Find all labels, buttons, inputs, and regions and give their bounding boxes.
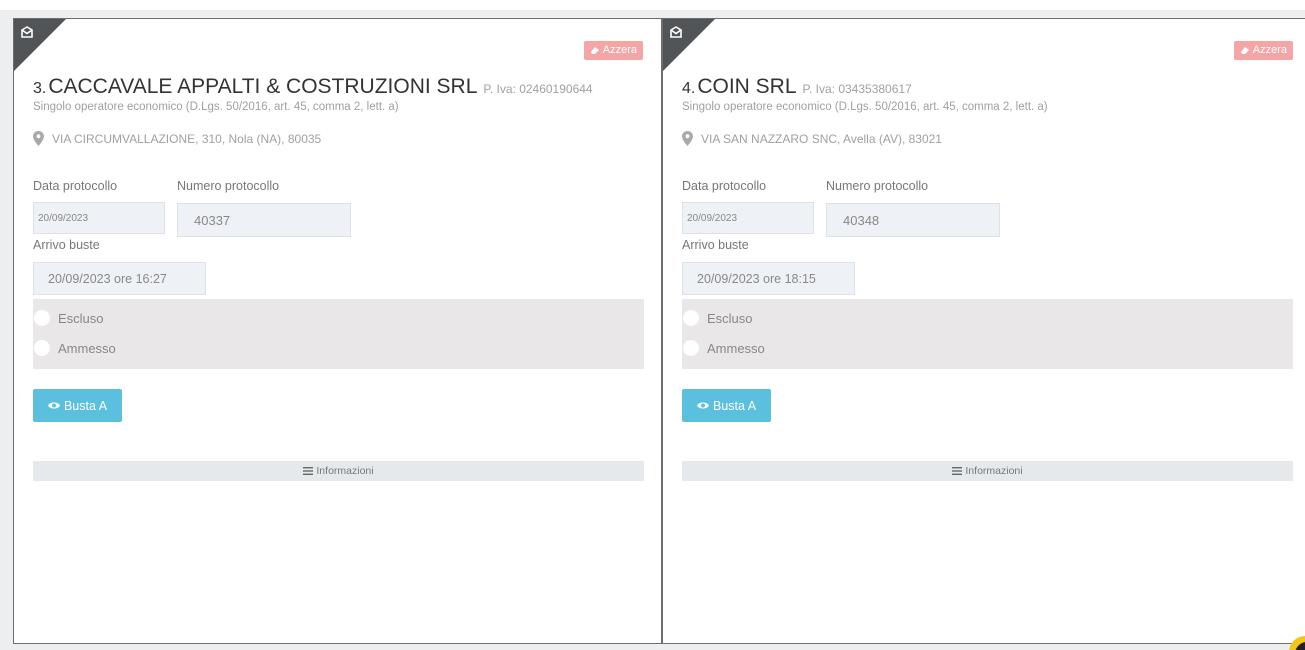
envelope-icon [670, 26, 682, 38]
bidder-card-4: Azzera 4. COIN SRL P. Iva: 03435380617 S… [662, 18, 1305, 644]
reset-label: Azzera [602, 44, 637, 56]
radio-button[interactable] [34, 340, 50, 356]
address-text: VIA CIRCUMVALLAZIONE, 310, Nola (NA), 80… [52, 131, 322, 146]
bidder-title: 3. CACCAVALE APPALTI & COSTRUZIONI SRL P… [33, 75, 593, 99]
admission-radio-group: Escluso Ammesso [33, 299, 644, 369]
data-protocollo-label: Data protocollo [682, 179, 767, 193]
vat-number: P. Iva: 03435380617 [802, 82, 912, 96]
radio-escluso[interactable]: Escluso [682, 310, 753, 326]
data-protocollo-label: Data protocollo [33, 179, 118, 193]
bidder-card-3: Azzera 3. CACCAVALE APPALTI & COSTRUZION… [13, 18, 662, 644]
operator-type: Singolo operatore economico (D.Lgs. 50/2… [33, 101, 399, 113]
informazioni-label: Informazioni [965, 465, 1023, 477]
menu-icon [303, 467, 314, 475]
arrivo-buste-field[interactable]: 20/09/2023 ore 16:27 [33, 262, 206, 295]
radio-escluso-label: Escluso [58, 310, 104, 326]
radio-button[interactable] [683, 340, 699, 356]
arrivo-buste-field[interactable]: 20/09/2023 ore 18:15 [682, 262, 855, 295]
busta-a-label: Busta A [63, 398, 108, 413]
radio-button[interactable] [34, 310, 50, 326]
data-protocollo-field[interactable]: 20/09/2023 [682, 202, 814, 234]
vat-number: P. Iva: 02460190644 [483, 82, 593, 96]
radio-ammesso-label: Ammesso [58, 340, 116, 356]
address: VIA SAN NAZZARO SNC, Avella (AV), 83021 [682, 131, 942, 146]
radio-button[interactable] [683, 310, 699, 326]
menu-icon [952, 467, 963, 475]
bidder-title: 4. COIN SRL P. Iva: 03435380617 [682, 75, 912, 99]
numero-protocollo-field[interactable]: 40337 [177, 203, 351, 237]
informazioni-toggle[interactable]: Informazioni [682, 461, 1293, 481]
data-protocollo-field[interactable]: 20/09/2023 [33, 202, 165, 234]
informazioni-label: Informazioni [316, 465, 374, 477]
radio-escluso-label: Escluso [707, 310, 753, 326]
informazioni-toggle[interactable]: Informazioni [33, 461, 644, 481]
bidder-name: CACCAVALE APPALTI & COSTRUZIONI SRL [48, 75, 478, 98]
radio-ammesso-label: Ammesso [707, 340, 765, 356]
numero-protocollo-label: Numero protocollo [826, 179, 929, 193]
busta-a-button[interactable]: Busta A [682, 389, 771, 422]
eye-icon [696, 402, 709, 409]
numero-protocollo-field[interactable]: 40348 [826, 203, 1000, 237]
admission-radio-group: Escluso Ammesso [682, 299, 1293, 369]
address: VIA CIRCUMVALLAZIONE, 310, Nola (NA), 80… [33, 131, 321, 146]
reset-label: Azzera [1252, 44, 1287, 56]
bidder-number: 4. [682, 80, 696, 97]
bidder-name: COIN SRL [697, 75, 797, 98]
numero-protocollo-label: Numero protocollo [177, 179, 280, 193]
arrivo-buste-label: Arrivo buste [682, 238, 749, 252]
busta-a-label: Busta A [712, 398, 757, 413]
map-pin-icon [682, 131, 693, 146]
radio-ammesso[interactable]: Ammesso [33, 340, 116, 356]
map-pin-icon [33, 131, 44, 146]
busta-a-button[interactable]: Busta A [33, 389, 122, 422]
eye-icon [47, 402, 60, 409]
envelope-icon [21, 26, 33, 38]
arrivo-buste-label: Arrivo buste [33, 238, 100, 252]
chat-widget-icon[interactable] [1271, 634, 1305, 650]
bidder-number: 3. [33, 80, 47, 97]
reset-button[interactable]: Azzera [1233, 41, 1293, 60]
radio-ammesso[interactable]: Ammesso [682, 340, 765, 356]
page-top-strip [0, 0, 1305, 10]
eraser-icon [590, 47, 599, 54]
reset-button[interactable]: Azzera [583, 41, 643, 60]
address-text: VIA SAN NAZZARO SNC, Avella (AV), 83021 [701, 131, 942, 146]
radio-escluso[interactable]: Escluso [33, 310, 104, 326]
operator-type: Singolo operatore economico (D.Lgs. 50/2… [682, 101, 1048, 113]
eraser-icon [1240, 47, 1249, 54]
